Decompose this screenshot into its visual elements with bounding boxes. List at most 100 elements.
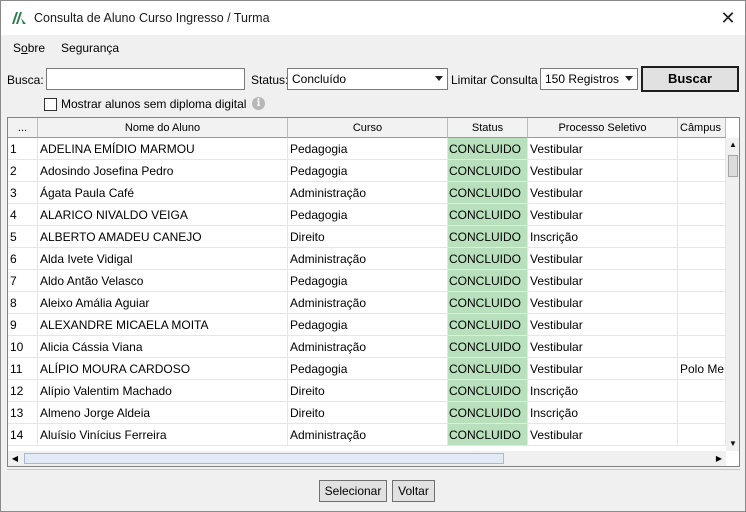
cell-curso: Direito [288,402,448,424]
cell-curso: Administração [288,424,448,446]
cell-campus [678,160,726,182]
cell-status: CONCLUIDO [448,380,528,402]
menu-sobre[interactable]: Sobre [13,41,45,55]
table-row[interactable]: 9 ALEXANDRE MICAELA MOITA Pedagogia CONCLUI… [8,314,726,336]
app-logo-icon [11,10,27,26]
cell-campus: Polo Me [678,358,726,380]
busca-label: Busca: [7,73,44,87]
chevron-down-icon [435,76,443,81]
cell-curso: Pedagogia [288,270,448,292]
cell-campus [678,424,726,446]
limit-label: Limitar Consulta [451,73,538,87]
vertical-scroll-thumb[interactable] [728,155,738,177]
scroll-down-icon[interactable]: ▼ [726,437,739,451]
table-row[interactable]: 3 Ágata Paula Café Administração CONCLUIDO V… [8,182,726,204]
table-row[interactable]: 11 ALÍPIO MOURA CARDOSO Pedagogia CONCLUIDO… [8,358,726,380]
cell-status: CONCLUIDO [448,424,528,446]
table-row[interactable]: 12 Alípio Valentim Machado Direito CONCLUID… [8,380,726,402]
cell-curso: Pedagogia [288,160,448,182]
table-row[interactable]: 2 Adosindo Josefina Pedro Pedagogia CONCLUI… [8,160,726,182]
cell-status: CONCLUIDO [448,270,528,292]
dialog-window: Consulta de Aluno Curso Ingresso / Turma… [0,0,746,512]
cell-nome: Alda Ivete Vidigal [38,248,288,270]
voltar-button[interactable]: Voltar [392,480,435,502]
cell-curso: Direito [288,226,448,248]
cell-status: CONCLUIDO [448,314,528,336]
cell-campus [678,204,726,226]
cell-status: CONCLUIDO [448,226,528,248]
table-row[interactable]: 4 ALARICO NIVALDO VEIGA Pedagogia CONCLUIDO… [8,204,726,226]
cell-curso: Pedagogia [288,204,448,226]
horizontal-scrollbar[interactable]: ◀ ▶ [8,451,726,466]
cell-campus [678,402,726,424]
title-bar: Consulta de Aluno Curso Ingresso / Turma… [1,1,745,35]
no-diploma-checkbox[interactable] [44,98,57,111]
cell-curso: Pedagogia [288,358,448,380]
cell-processo: Vestibular [528,358,678,380]
table-row[interactable]: 5 ALBERTO AMADEU CANEJO Direito CONCLUIDO In… [8,226,726,248]
cell-processo: Vestibular [528,204,678,226]
footer-bar: Selecionar Voltar [7,469,740,507]
menu-sobre-label-c: bre [27,41,46,55]
menu-sobre-label-a: S [13,41,22,55]
table-row[interactable]: 6 Alda Ivete Vidigal Administração CONCLUID… [8,248,726,270]
horizontal-scroll-thumb[interactable] [24,453,504,464]
cell-index: 5 [8,226,38,248]
cell-status: CONCLUIDO [448,358,528,380]
status-label: Status: [251,73,289,87]
info-icon[interactable]: i [252,97,265,110]
cell-nome: Aldo Antão Velasco [38,270,288,292]
chevron-down-icon [625,76,633,81]
cell-nome: Aleixo Amália Aguiar [38,292,288,314]
cell-processo: Vestibular [528,182,678,204]
cell-status: CONCLUIDO [448,292,528,314]
cell-campus [678,336,726,358]
cell-campus [678,248,726,270]
buscar-button[interactable]: Buscar [641,66,739,92]
col-header-status[interactable]: Status [448,118,528,138]
close-icon[interactable]: ✕ [713,3,743,33]
menu-seguranca-label-a: Se [61,41,76,55]
limit-select[interactable]: 150 Registros [540,68,638,90]
col-header-processo[interactable]: Processo Seletivo [528,118,678,138]
table-row[interactable]: 1 ADELINA EMÍDIO MARMOU Pedagogia CONCLUIDO… [8,138,726,160]
busca-input[interactable] [46,68,245,90]
no-diploma-label: Mostrar alunos sem diploma digital [61,97,247,111]
window-title: Consulta de Aluno Curso Ingresso / Turma [34,11,270,25]
cell-index: 7 [8,270,38,292]
cell-processo: Vestibular [528,138,678,160]
selecionar-button[interactable]: Selecionar [319,480,387,502]
table-row[interactable]: 14 Aluísio Vinícius Ferreira Administração… [8,424,726,446]
col-header-campus[interactable]: Câmpus [678,118,726,138]
col-header-curso[interactable]: Curso [288,118,448,138]
scroll-right-icon[interactable]: ▶ [712,451,726,466]
scroll-left-icon[interactable]: ◀ [8,451,22,466]
cell-nome: ALEXANDRE MICAELA MOITA [38,314,288,336]
cell-index: 1 [8,138,38,160]
cell-index: 12 [8,380,38,402]
table-row[interactable]: 10 Alicia Cássia Viana Administração CONCLU… [8,336,726,358]
cell-processo: Inscrição [528,402,678,424]
table-row[interactable]: 7 Aldo Antão Velasco Pedagogia CONCLUIDO Ves… [8,270,726,292]
vertical-scrollbar[interactable]: ▲ ▼ [726,138,739,451]
cell-index: 8 [8,292,38,314]
status-select[interactable]: Concluído [287,68,448,90]
col-header-nome[interactable]: Nome do Aluno [38,118,288,138]
table-row[interactable]: 8 Aleixo Amália Aguiar Administração CONCLU… [8,292,726,314]
cell-nome: Alicia Cássia Viana [38,336,288,358]
cell-curso: Pedagogia [288,314,448,336]
menu-seguranca[interactable]: Segurança [61,41,119,55]
cell-processo: Vestibular [528,160,678,182]
cell-curso: Administração [288,336,448,358]
menu-seguranca-label-c: urança [82,41,120,55]
cell-status: CONCLUIDO [448,160,528,182]
cell-processo: Inscrição [528,380,678,402]
cell-campus [678,380,726,402]
cell-nome: Ágata Paula Café [38,182,288,204]
cell-index: 10 [8,336,38,358]
cell-processo: Vestibular [528,248,678,270]
col-header-index[interactable]: ... [8,118,38,138]
table-row[interactable]: 13 Almeno Jorge Aldeia Direito CONCLUIDO Ins… [8,402,726,424]
scroll-up-icon[interactable]: ▲ [726,138,739,152]
cell-status: CONCLUIDO [448,336,528,358]
